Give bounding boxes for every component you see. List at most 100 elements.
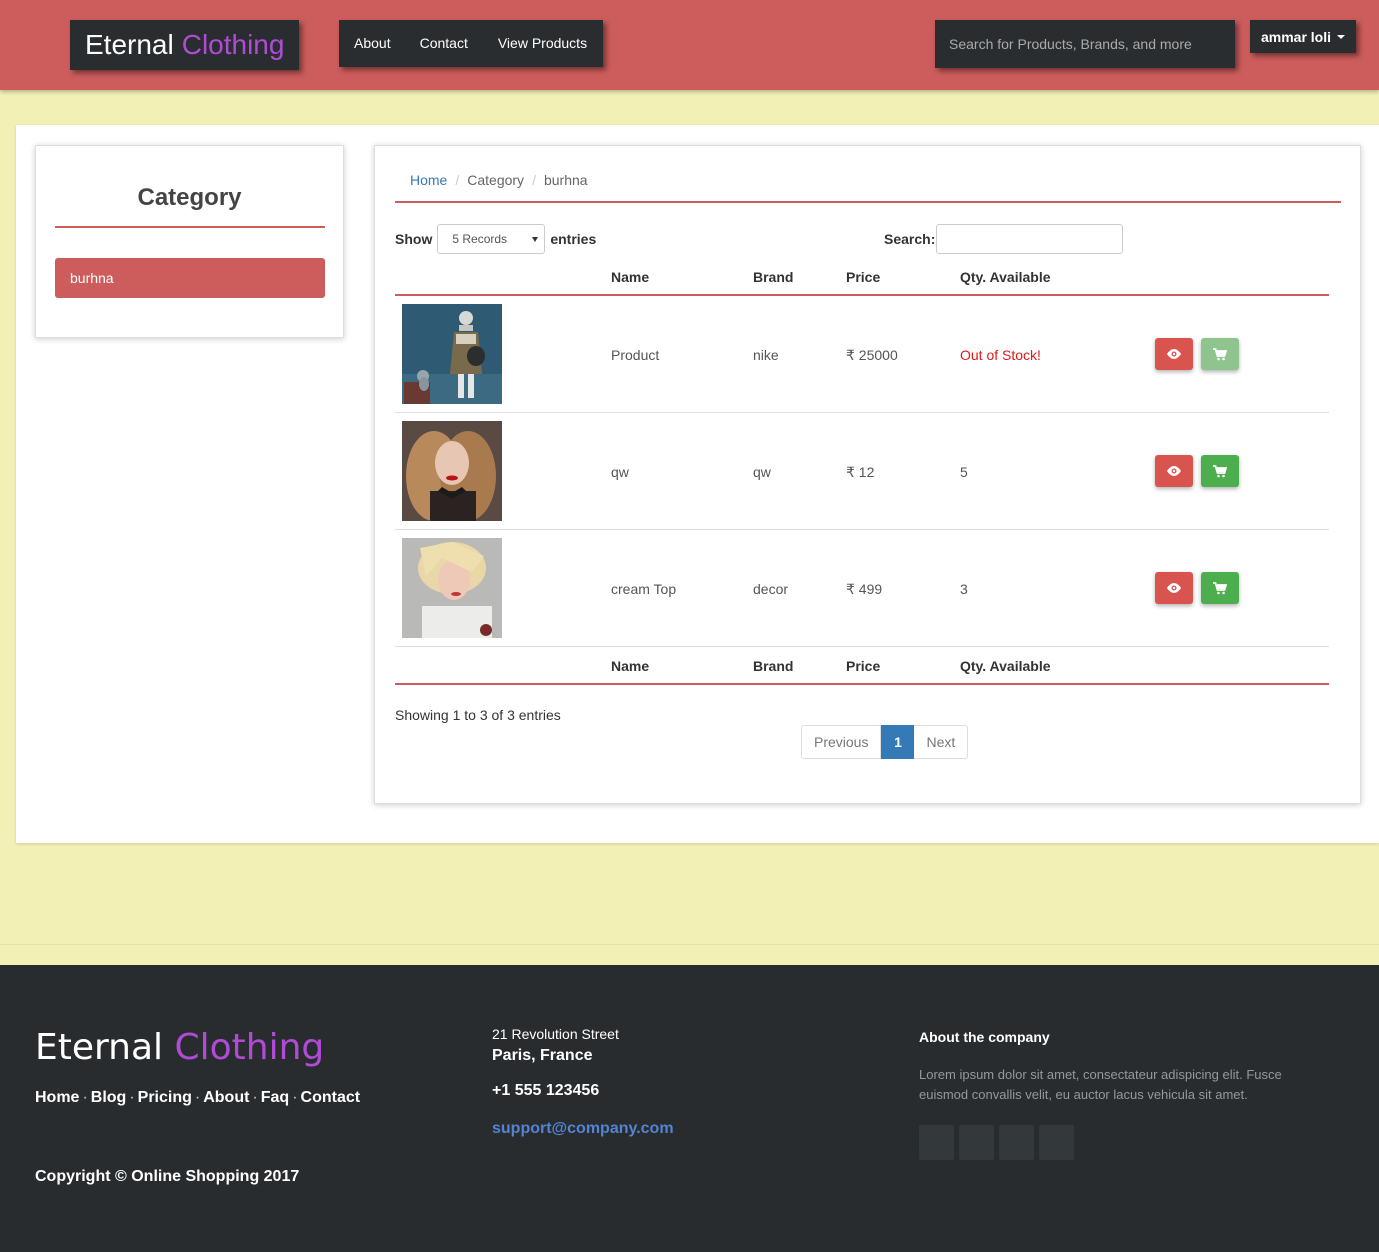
view-product-button[interactable] — [1155, 572, 1193, 604]
add-to-cart-button[interactable] — [1201, 455, 1239, 487]
social-icon[interactable] — [999, 1125, 1034, 1160]
footer-price: Price — [846, 658, 881, 674]
cart-icon — [1213, 347, 1227, 360]
category-sidebar: Category burhna — [35, 145, 344, 338]
about-text: Lorem ipsum dolor sit amet, consectateur… — [919, 1067, 1282, 1102]
product-price: ₹ 25000 — [846, 347, 898, 363]
sidebar-title: Category — [137, 184, 242, 211]
footer-link-pricing[interactable]: Pricing — [138, 1089, 192, 1106]
footer-link-about[interactable]: About — [203, 1089, 249, 1106]
table-row: qw qw ₹ 12 5 — [395, 413, 1329, 530]
footer-link-blog[interactable]: Blog — [91, 1089, 127, 1106]
main-nav: About Contact View Products — [339, 20, 603, 67]
nav-about-link[interactable]: About — [339, 20, 405, 67]
category-item-burhna[interactable]: burhna — [55, 258, 325, 298]
product-name: qw — [611, 464, 629, 480]
brand-accent: Clothing — [181, 29, 285, 60]
product-brand: qw — [753, 464, 771, 480]
footer-link-contact[interactable]: Contact — [301, 1089, 361, 1106]
address-street: 21 Revolution Street — [492, 1026, 619, 1042]
search-label: Search: — [884, 231, 936, 247]
copyright-text: Copyright © Online Shopping 2017 — [35, 1168, 300, 1185]
about-heading: About the company — [919, 1029, 1050, 1045]
table-footer: Name Brand Price Qty. Available — [395, 647, 1329, 685]
product-image — [402, 538, 502, 638]
divider — [55, 226, 325, 228]
user-menu-button[interactable]: ammar loli — [1250, 20, 1356, 53]
eye-icon — [1167, 583, 1181, 593]
top-navbar: Eternal Clothing About Contact View Prod… — [0, 0, 1379, 90]
brand-name: Eternal — [85, 29, 174, 60]
address-city: Paris, France — [492, 1047, 593, 1064]
breadcrumb-home-link[interactable]: Home — [410, 172, 447, 188]
add-to-cart-button[interactable] — [1201, 338, 1239, 370]
nav-contact-link[interactable]: Contact — [405, 20, 483, 67]
footer-link-faq[interactable]: Faq — [261, 1089, 289, 1106]
view-product-button[interactable] — [1155, 338, 1193, 370]
table-search-control: Search: — [884, 224, 1124, 254]
records-select[interactable]: 5 Records — [437, 224, 546, 254]
breadcrumb-separator: / — [455, 172, 460, 188]
product-image — [402, 304, 502, 404]
dropdown-arrow-icon — [532, 237, 539, 242]
cart-icon — [1213, 581, 1227, 594]
footer-qty: Qty. Available — [960, 658, 1051, 674]
table-header: Name Brand Price Qty. Available — [395, 258, 1329, 296]
breadcrumb-category: Category — [467, 172, 525, 188]
product-qty: Out of Stock! — [960, 347, 1041, 363]
breadcrumb: Home / Category / burhna — [395, 172, 1341, 203]
phone-number: +1 555 123456 — [492, 1082, 600, 1099]
product-name: cream Top — [611, 581, 677, 597]
product-qty: 3 — [960, 581, 968, 597]
table-search-input[interactable] — [936, 224, 1124, 254]
caret-down-icon — [1337, 34, 1346, 39]
show-label: Show — [395, 231, 433, 247]
social-icon[interactable] — [1039, 1125, 1074, 1160]
product-price: ₹ 12 — [846, 464, 875, 480]
footer-brand: Brand — [753, 658, 794, 674]
footer-links: Home · Blog · Pricing · About · Faq · Contact — [35, 1089, 361, 1106]
cart-icon — [1213, 464, 1227, 477]
social-icon[interactable] — [959, 1125, 994, 1160]
breadcrumb-separator: / — [532, 172, 536, 188]
product-qty: 5 — [960, 464, 968, 480]
view-product-button[interactable] — [1155, 455, 1193, 487]
footer-brand-logo[interactable]: Eternal Clothing — [35, 1027, 324, 1068]
page-1-button[interactable]: 1 — [881, 725, 915, 759]
header-name[interactable]: Name — [611, 269, 649, 285]
eye-icon — [1167, 466, 1181, 476]
next-page-button[interactable]: Next — [914, 725, 969, 759]
header-qty[interactable]: Qty. Available — [960, 269, 1051, 285]
social-icon[interactable] — [919, 1125, 954, 1160]
product-brand: nike — [753, 347, 779, 363]
footer-link-home[interactable]: Home — [35, 1089, 79, 1106]
product-image — [402, 421, 502, 521]
records-select-value: 5 Records — [452, 232, 508, 246]
footer-brand-name: Eternal — [35, 1027, 164, 1068]
previous-page-button[interactable]: Previous — [801, 725, 882, 759]
breadcrumb-current: burhna — [543, 172, 588, 188]
table-info: Showing 1 to 3 of 3 entries — [395, 707, 561, 723]
add-to-cart-button[interactable] — [1201, 572, 1239, 604]
product-search-input[interactable] — [935, 20, 1235, 68]
table-row: cream Top decor ₹ 499 3 — [395, 530, 1329, 647]
site-footer: Eternal Clothing Home · Blog · Pricing · About… — [0, 965, 1379, 1252]
page-length-control: Show 5 Records entries — [395, 224, 596, 254]
brand-logo[interactable]: Eternal Clothing — [70, 20, 299, 70]
user-name: ammar loli — [1260, 28, 1332, 45]
table-row: Product nike ₹ 25000 Out of Stock! — [395, 296, 1329, 413]
page-divider — [0, 944, 1379, 965]
product-name: Product — [611, 347, 660, 363]
entries-label: entries — [550, 231, 597, 247]
pagination: Previous 1 Next — [801, 725, 969, 759]
footer-brand-accent: Clothing — [174, 1027, 325, 1068]
header-brand[interactable]: Brand — [753, 269, 793, 285]
nav-products-link[interactable]: View Products — [483, 20, 602, 67]
footer-name: Name — [611, 658, 650, 674]
products-panel: Home / Category / burhna Show 5 Records entr… — [374, 145, 1361, 804]
header-price[interactable]: Price — [846, 269, 880, 285]
products-table: Name Brand Price Qty. Available Product … — [395, 258, 1329, 685]
product-brand: decor — [753, 581, 789, 597]
product-price: ₹ 499 — [846, 581, 883, 597]
support-email-link[interactable]: support@company.com — [492, 1120, 674, 1138]
